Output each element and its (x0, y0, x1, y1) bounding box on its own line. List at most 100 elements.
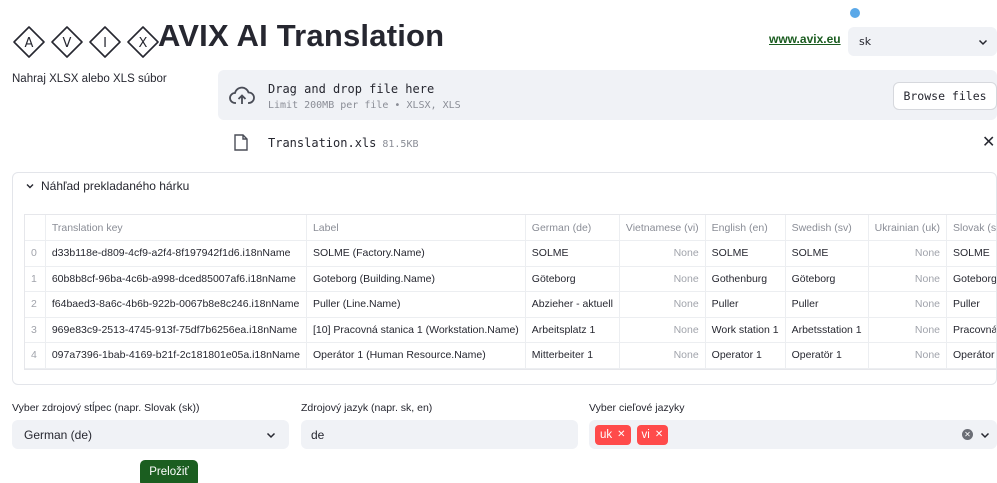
table-cell[interactable]: None (868, 240, 948, 267)
table-cell[interactable]: Arbeitsplatz 1 (525, 317, 620, 343)
source-column-select[interactable]: German (de) (12, 420, 289, 449)
uploaded-file-name: Translation.xls (268, 136, 377, 150)
table-cell[interactable]: 097a7396-1bab-4169-b21f-2c181801e05a.i18… (45, 342, 307, 369)
close-icon[interactable]: ✕ (617, 429, 625, 440)
chevron-down-icon (266, 432, 276, 438)
table-cell[interactable]: SOLME (785, 240, 869, 267)
cloud-upload-icon (229, 86, 255, 104)
table-cell[interactable]: 969e83c9-2513-4745-913f-75df7b6256ea.i18… (45, 317, 307, 343)
logo-letter-v: V (51, 26, 83, 58)
table-cell[interactable]: None (619, 266, 706, 292)
table-cell[interactable]: d33b118e-d809-4cf9-a2f4-8f197942f1d6.i18… (45, 240, 307, 267)
table-cell[interactable]: [10] Pracovná stanica 1 (Workstation.Nam… (306, 317, 526, 343)
preview-table[interactable]: Translation key Label German (de) Vietnames… (24, 214, 997, 370)
table-cell[interactable]: Abzieher - aktuell (525, 291, 620, 318)
table-cell[interactable]: SOLME (946, 240, 996, 267)
table-cell[interactable]: None (619, 342, 706, 369)
row-index[interactable]: 2 (25, 291, 46, 318)
target-languages-multiselect[interactable]: uk ✕ vi ✕ ✕ (589, 420, 997, 449)
column-header[interactable]: Translation key (45, 215, 307, 241)
logo-letter-a: A (13, 26, 45, 58)
logo-letter-x: X (127, 26, 159, 58)
column-header[interactable]: Ukrainian (uk) (868, 215, 948, 241)
dropzone-limit-text: Limit 200MB per file • XLSX, XLS (268, 100, 461, 111)
tag-label: vi (641, 428, 650, 441)
column-header[interactable]: Slovak (sk) (946, 215, 996, 241)
column-header[interactable]: English (en) (705, 215, 786, 241)
remove-file-close-icon[interactable]: ✕ (982, 134, 995, 150)
table-cell[interactable]: SOLME (Factory.Name) (306, 240, 526, 267)
translate-button[interactable]: Preložiť (140, 460, 198, 483)
table-cell[interactable]: Operátor 1 (946, 342, 996, 369)
chevron-down-icon (978, 39, 988, 45)
preview-expander-title[interactable]: Náhľad prekladaného hárku (41, 179, 189, 193)
website-link[interactable]: www.avix.eu (769, 32, 841, 46)
table-cell[interactable]: Work station 1 (705, 317, 786, 343)
table-cell[interactable]: None (619, 240, 706, 267)
avix-logo: AVIX (12, 22, 160, 62)
table-row: 2 f64baed3-8a6c-4b6b-922b-0067b8e8c246.i1… (25, 291, 996, 318)
target-languages-label: Vyber cieľové jazyky (589, 402, 685, 414)
table-cell[interactable]: 60b8b8cf-96ba-4c6b-a998-dced85007af6.i18… (45, 266, 307, 292)
table-cell[interactable]: None (868, 342, 948, 369)
table-cell[interactable]: None (619, 317, 706, 343)
row-index[interactable]: 1 (25, 266, 46, 292)
table-cell[interactable]: Puller (Line.Name) (306, 291, 526, 318)
table-row: 0 d33b118e-d809-4cf9-a2f4-8f197942f1d6.i1… (25, 240, 996, 267)
table-cell[interactable]: f64baed3-8a6c-4b6b-922b-0067b8e8c246.i18… (45, 291, 307, 318)
table-cell[interactable]: None (868, 266, 948, 292)
chevron-down-icon[interactable] (25, 181, 35, 194)
column-header[interactable]: Label (306, 215, 526, 241)
table-cell[interactable]: Arbetsstation 1 (785, 317, 869, 343)
browse-files-button[interactable]: Browse files (893, 82, 997, 110)
chevron-down-icon[interactable] (979, 429, 991, 441)
file-icon (234, 134, 248, 151)
table-cell[interactable]: Mitterbeiter 1 (525, 342, 620, 369)
column-header[interactable]: German (de) (525, 215, 620, 241)
source-column-value: German (de) (24, 427, 93, 442)
source-column-label: Vyber zdrojový stĺpec (napr. Slovak (sk)… (12, 402, 200, 414)
column-header[interactable] (25, 215, 46, 241)
column-header[interactable]: Swedish (sv) (785, 215, 869, 241)
row-index[interactable]: 0 (25, 240, 46, 267)
tag-label: uk (600, 428, 613, 441)
table-cell[interactable]: SOLME (525, 240, 620, 267)
table-cell[interactable]: None (868, 291, 948, 318)
close-icon[interactable]: ✕ (655, 429, 663, 440)
table-cell[interactable]: None (619, 291, 706, 318)
language-select-value: sk (859, 35, 872, 48)
logo-letter-text: I (103, 36, 107, 51)
row-index[interactable]: 3 (25, 317, 46, 343)
clear-all-icon[interactable]: ✕ (962, 429, 973, 440)
table-cell[interactable]: SOLME (705, 240, 786, 267)
source-language-input[interactable]: de (301, 420, 578, 449)
dropzone-instructions: Drag and drop file here (268, 82, 435, 96)
logo-letter-text: X (139, 36, 148, 51)
globe-icon (850, 8, 860, 18)
table-row: 3 969e83c9-2513-4745-913f-75df7b6256ea.i1… (25, 317, 996, 343)
table-cell[interactable]: Goteborg (Building.Name) (306, 266, 526, 292)
table-cell[interactable]: Operátor 1 (Human Resource.Name) (306, 342, 526, 369)
table-cell[interactable]: Pracovná stanica 1 (946, 317, 996, 343)
logo-letter-i: I (89, 26, 121, 58)
table-cell[interactable]: Göteborg (525, 266, 620, 292)
table-cell[interactable]: Goteborg (946, 266, 996, 292)
target-language-tag-uk[interactable]: uk ✕ (595, 424, 631, 445)
table-cell[interactable]: Operator 1 (705, 342, 786, 369)
column-header[interactable]: Vietnamese (vi) (619, 215, 706, 241)
table-cell[interactable]: Göteborg (785, 266, 869, 292)
language-select[interactable]: sk (848, 27, 997, 56)
table-cell[interactable]: Puller (705, 291, 786, 318)
logo-letter-text: V (63, 36, 72, 51)
table-cell[interactable]: Operatör 1 (785, 342, 869, 369)
table-cell[interactable]: None (868, 317, 948, 343)
table-cell[interactable]: Puller (946, 291, 996, 318)
row-index[interactable]: 4 (25, 342, 46, 369)
table-row: 4 097a7396-1bab-4169-b21f-2c181801e05a.i1… (25, 342, 996, 369)
target-language-tag-vi[interactable]: vi ✕ (636, 424, 669, 445)
uploaded-file: Translation.xls 81.5KB (268, 136, 419, 150)
table-row: 1 60b8b8cf-96ba-4c6b-a998-dced85007af6.i1… (25, 266, 996, 292)
table-cell[interactable]: Gothenburg (705, 266, 786, 292)
app-title: AVIX AI Translation (158, 18, 445, 53)
table-cell[interactable]: Puller (785, 291, 869, 318)
